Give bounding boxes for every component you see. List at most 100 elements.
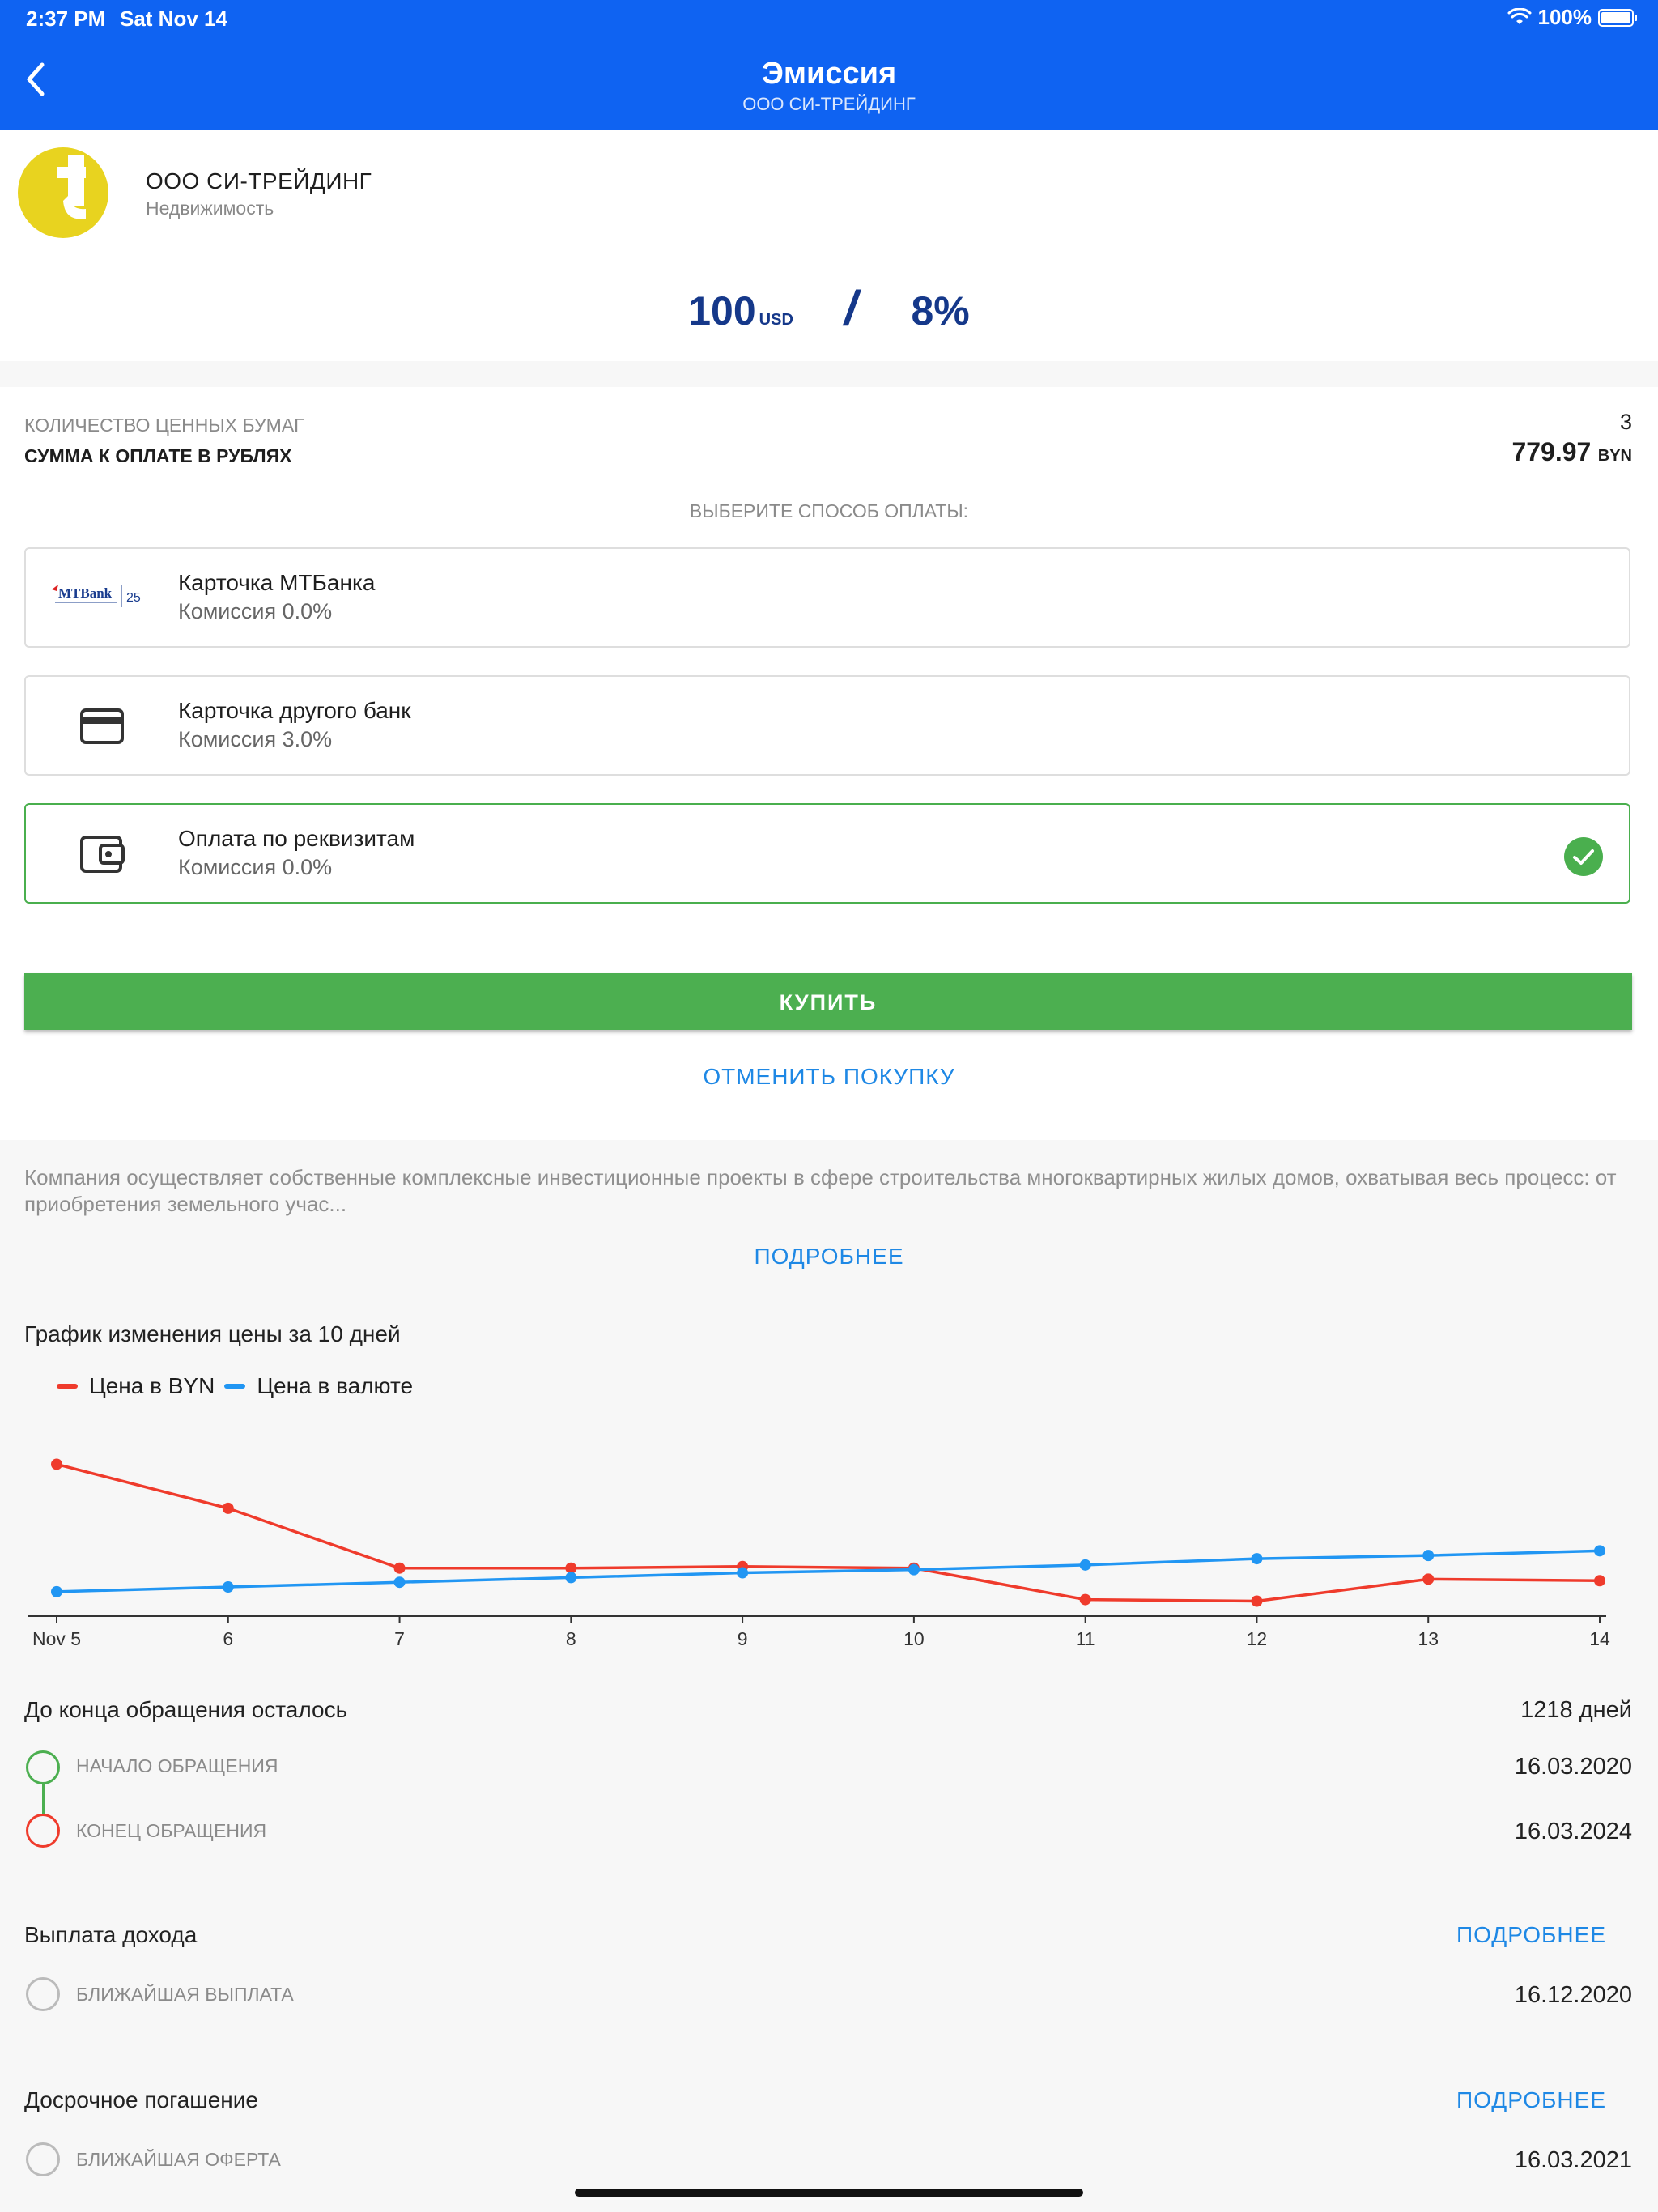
start-label: НАЧАЛО ОБРАЩЕНИЯ xyxy=(76,1755,278,1776)
nominal-currency: USD xyxy=(759,311,793,329)
series-point-1 xyxy=(908,1563,920,1576)
x-tick-label: 10 xyxy=(903,1628,925,1649)
company-logo: t xyxy=(18,147,108,238)
interest-rate: 8% xyxy=(911,288,970,334)
timeline-connector xyxy=(42,1784,45,1814)
wallet-icon xyxy=(80,836,125,873)
payment-option-fee: Комиссия 0.0% xyxy=(178,599,333,623)
next-offer-date: 16.03.2021 xyxy=(1514,2147,1632,2173)
series-point-0 xyxy=(393,1562,406,1574)
series-point-0 xyxy=(1251,1595,1263,1607)
x-tick-label: 6 xyxy=(223,1628,233,1649)
series-point-1 xyxy=(1079,1559,1091,1571)
legend-swatch-currency xyxy=(224,1384,246,1389)
payment-option-requisites[interactable]: Оплата по реквизитам Комиссия 0.0% xyxy=(24,803,1630,904)
status-date: Sat Nov 14 xyxy=(120,6,227,31)
series-point-1 xyxy=(737,1567,749,1579)
redemption-more-link[interactable]: ПОДРОБНЕЕ xyxy=(1456,2087,1606,2113)
cancel-purchase-link[interactable]: ОТМЕНИТЬ ПОКУПКУ xyxy=(0,1064,1658,1090)
sum-amount: 779.97 BYN xyxy=(1511,437,1632,467)
x-tick-label: 12 xyxy=(1247,1628,1268,1649)
company-sector: Недвижимость xyxy=(146,198,274,219)
next-offer-label: БЛИЖАЙШАЯ ОФЕРТА xyxy=(76,2149,281,2170)
x-tick-label: 9 xyxy=(738,1628,748,1649)
company-description: Компания осуществляет собственные компле… xyxy=(24,1165,1617,1216)
company-name: ООО СИ-ТРЕЙДИНГ xyxy=(146,168,372,194)
legend-label-currency: Цена в валюте xyxy=(257,1373,414,1398)
series-point-0 xyxy=(1594,1575,1605,1587)
end-date: 16.03.2024 xyxy=(1514,1819,1632,1844)
payment-prompt: ВЫБЕРИТЕ СПОСОБ ОПЛАТЫ: xyxy=(689,500,969,521)
price-line-chart: Nov 5 6 7 8 9 10 11 12 13 14 xyxy=(28,1458,1610,1649)
series-point-1 xyxy=(565,1572,577,1584)
series-line-0 xyxy=(56,1462,1601,1603)
credit-card-icon xyxy=(80,708,124,744)
x-tick-label: 8 xyxy=(566,1628,576,1649)
mtbank-logo-text: MTBank xyxy=(58,585,113,601)
series-point-1 xyxy=(51,1585,62,1597)
nominal-value: 100 xyxy=(688,288,756,334)
mtbank-logo-sub: 25 xyxy=(126,591,141,605)
app-header: 2:37 PM Sat Nov 14 100% Эмиссия ООО СИ-Т… xyxy=(0,0,1658,130)
logo-letter: t xyxy=(18,147,19,148)
circulation-remaining: 1218 дней xyxy=(1520,1697,1632,1723)
sum-currency: BYN xyxy=(1597,447,1632,465)
series-point-1 xyxy=(1594,1545,1605,1557)
x-tick-label: 11 xyxy=(1076,1628,1095,1649)
series-point-1 xyxy=(1251,1553,1263,1565)
next-payment-date: 16.12.2020 xyxy=(1514,1982,1632,2008)
series-point-0 xyxy=(222,1502,234,1514)
x-tick-label: 14 xyxy=(1589,1628,1610,1649)
end-circle-icon xyxy=(26,1814,60,1848)
payment-option-other-bank[interactable]: Карточка другого банк Комиссия 3.0% xyxy=(24,675,1630,776)
price-separator: / xyxy=(840,281,864,335)
mtbank-logo: MTBank 25 xyxy=(50,581,155,614)
sum-value: 779.97 xyxy=(1511,437,1592,466)
description-more-link[interactable]: ПОДРОБНЕЕ xyxy=(0,1244,1658,1270)
battery-icon xyxy=(1598,8,1637,27)
series-point-0 xyxy=(1079,1593,1091,1606)
buy-button[interactable]: КУПИТЬ xyxy=(24,973,1632,1030)
status-time: 2:37 PM xyxy=(26,6,106,31)
page-title: Эмиссия xyxy=(761,57,897,91)
legend-label-byn: Цена в BYN xyxy=(89,1373,215,1398)
sum-label: СУММА К ОПЛАТЕ В РУБЛЯХ xyxy=(24,445,292,466)
home-indicator[interactable] xyxy=(575,2189,1083,2197)
payment-option-fee: Комиссия 3.0% xyxy=(178,727,333,751)
selected-check-icon xyxy=(1564,837,1603,876)
x-tick-label: 7 xyxy=(394,1628,405,1649)
chart-legend: Цена в BYN Цена в валюте xyxy=(57,1373,413,1399)
income-more-link[interactable]: ПОДРОБНЕЕ xyxy=(1456,1922,1606,1948)
payment-option-fee: Комиссия 0.0% xyxy=(178,855,333,879)
end-label: КОНЕЦ ОБРАЩЕНИЯ xyxy=(76,1820,267,1841)
battery-percent: 100% xyxy=(1537,5,1592,29)
wifi-icon xyxy=(1507,7,1531,24)
circulation-title: До конца обращения осталось xyxy=(24,1697,348,1722)
series-point-0 xyxy=(1422,1573,1435,1585)
next-payment-label: БЛИЖАЙШАЯ ВЫПЛАТА xyxy=(76,1984,294,2005)
next-payment-circle-icon xyxy=(26,1977,60,2011)
series-point-1 xyxy=(1422,1550,1435,1562)
price-summary: 100 USD / 8% xyxy=(0,280,1658,336)
series-point-1 xyxy=(222,1581,234,1593)
quantity-label: КОЛИЧЕСТВО ЦЕННЫХ БУМАГ xyxy=(24,415,304,436)
income-title: Выплата дохода xyxy=(24,1922,198,1947)
payment-option-title: Карточка другого банк xyxy=(178,698,411,723)
x-tick-label: Nov 5 xyxy=(32,1628,81,1649)
redemption-title: Досрочное погашение xyxy=(24,2087,258,2112)
series-point-1 xyxy=(393,1576,406,1589)
series-point-0 xyxy=(51,1458,62,1470)
start-circle-icon xyxy=(26,1750,60,1784)
chart-title: График изменения цены за 10 дней xyxy=(24,1321,401,1346)
x-tick-label: 13 xyxy=(1418,1628,1439,1649)
start-date: 16.03.2020 xyxy=(1514,1754,1632,1780)
legend-swatch-byn xyxy=(57,1384,78,1389)
payment-option-mtbank[interactable]: MTBank 25 Карточка МТБанка Комиссия 0.0% xyxy=(24,547,1630,648)
payment-option-title: Карточка МТБанка xyxy=(178,570,376,595)
status-indicators: 100% xyxy=(1507,5,1637,30)
payment-option-title: Оплата по реквизитам xyxy=(178,826,415,851)
quantity-value: 3 xyxy=(1619,410,1632,434)
page-subtitle: ООО СИ-ТРЕЙДИНГ xyxy=(742,94,916,114)
next-offer-circle-icon xyxy=(26,2142,60,2176)
company-logo-glyph: t xyxy=(18,147,86,219)
